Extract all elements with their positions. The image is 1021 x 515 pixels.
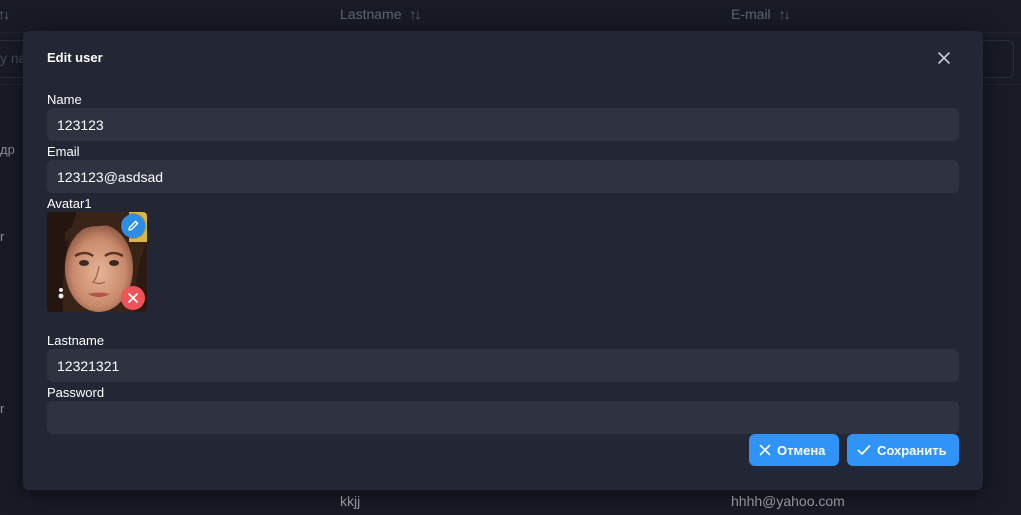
edit-avatar-button[interactable] bbox=[121, 214, 145, 238]
check-icon bbox=[857, 445, 871, 455]
save-button-label: Сохранить bbox=[877, 442, 947, 458]
save-button[interactable]: Сохранить bbox=[847, 434, 959, 466]
close-icon bbox=[759, 444, 771, 456]
close-button[interactable] bbox=[929, 45, 959, 71]
email-field[interactable] bbox=[47, 160, 959, 193]
remove-icon bbox=[128, 293, 138, 303]
avatar-label: Avatar1 bbox=[47, 196, 92, 211]
password-field[interactable] bbox=[47, 401, 959, 434]
cancel-button-label: Отмена bbox=[777, 442, 826, 458]
remove-avatar-button[interactable] bbox=[121, 286, 145, 310]
lastname-field[interactable] bbox=[47, 349, 959, 382]
email-label: Email bbox=[47, 144, 80, 159]
edit-icon bbox=[128, 220, 139, 231]
name-label: Name bbox=[47, 92, 82, 107]
cancel-button[interactable]: Отмена bbox=[749, 434, 839, 466]
close-icon bbox=[938, 52, 950, 64]
dialog-title: Edit user bbox=[47, 50, 103, 65]
lastname-label: Lastname bbox=[47, 333, 105, 348]
password-label: Password bbox=[47, 385, 105, 400]
edit-user-dialog: Edit user Name Email Avatar1 bbox=[23, 31, 983, 490]
name-field[interactable] bbox=[47, 108, 959, 141]
